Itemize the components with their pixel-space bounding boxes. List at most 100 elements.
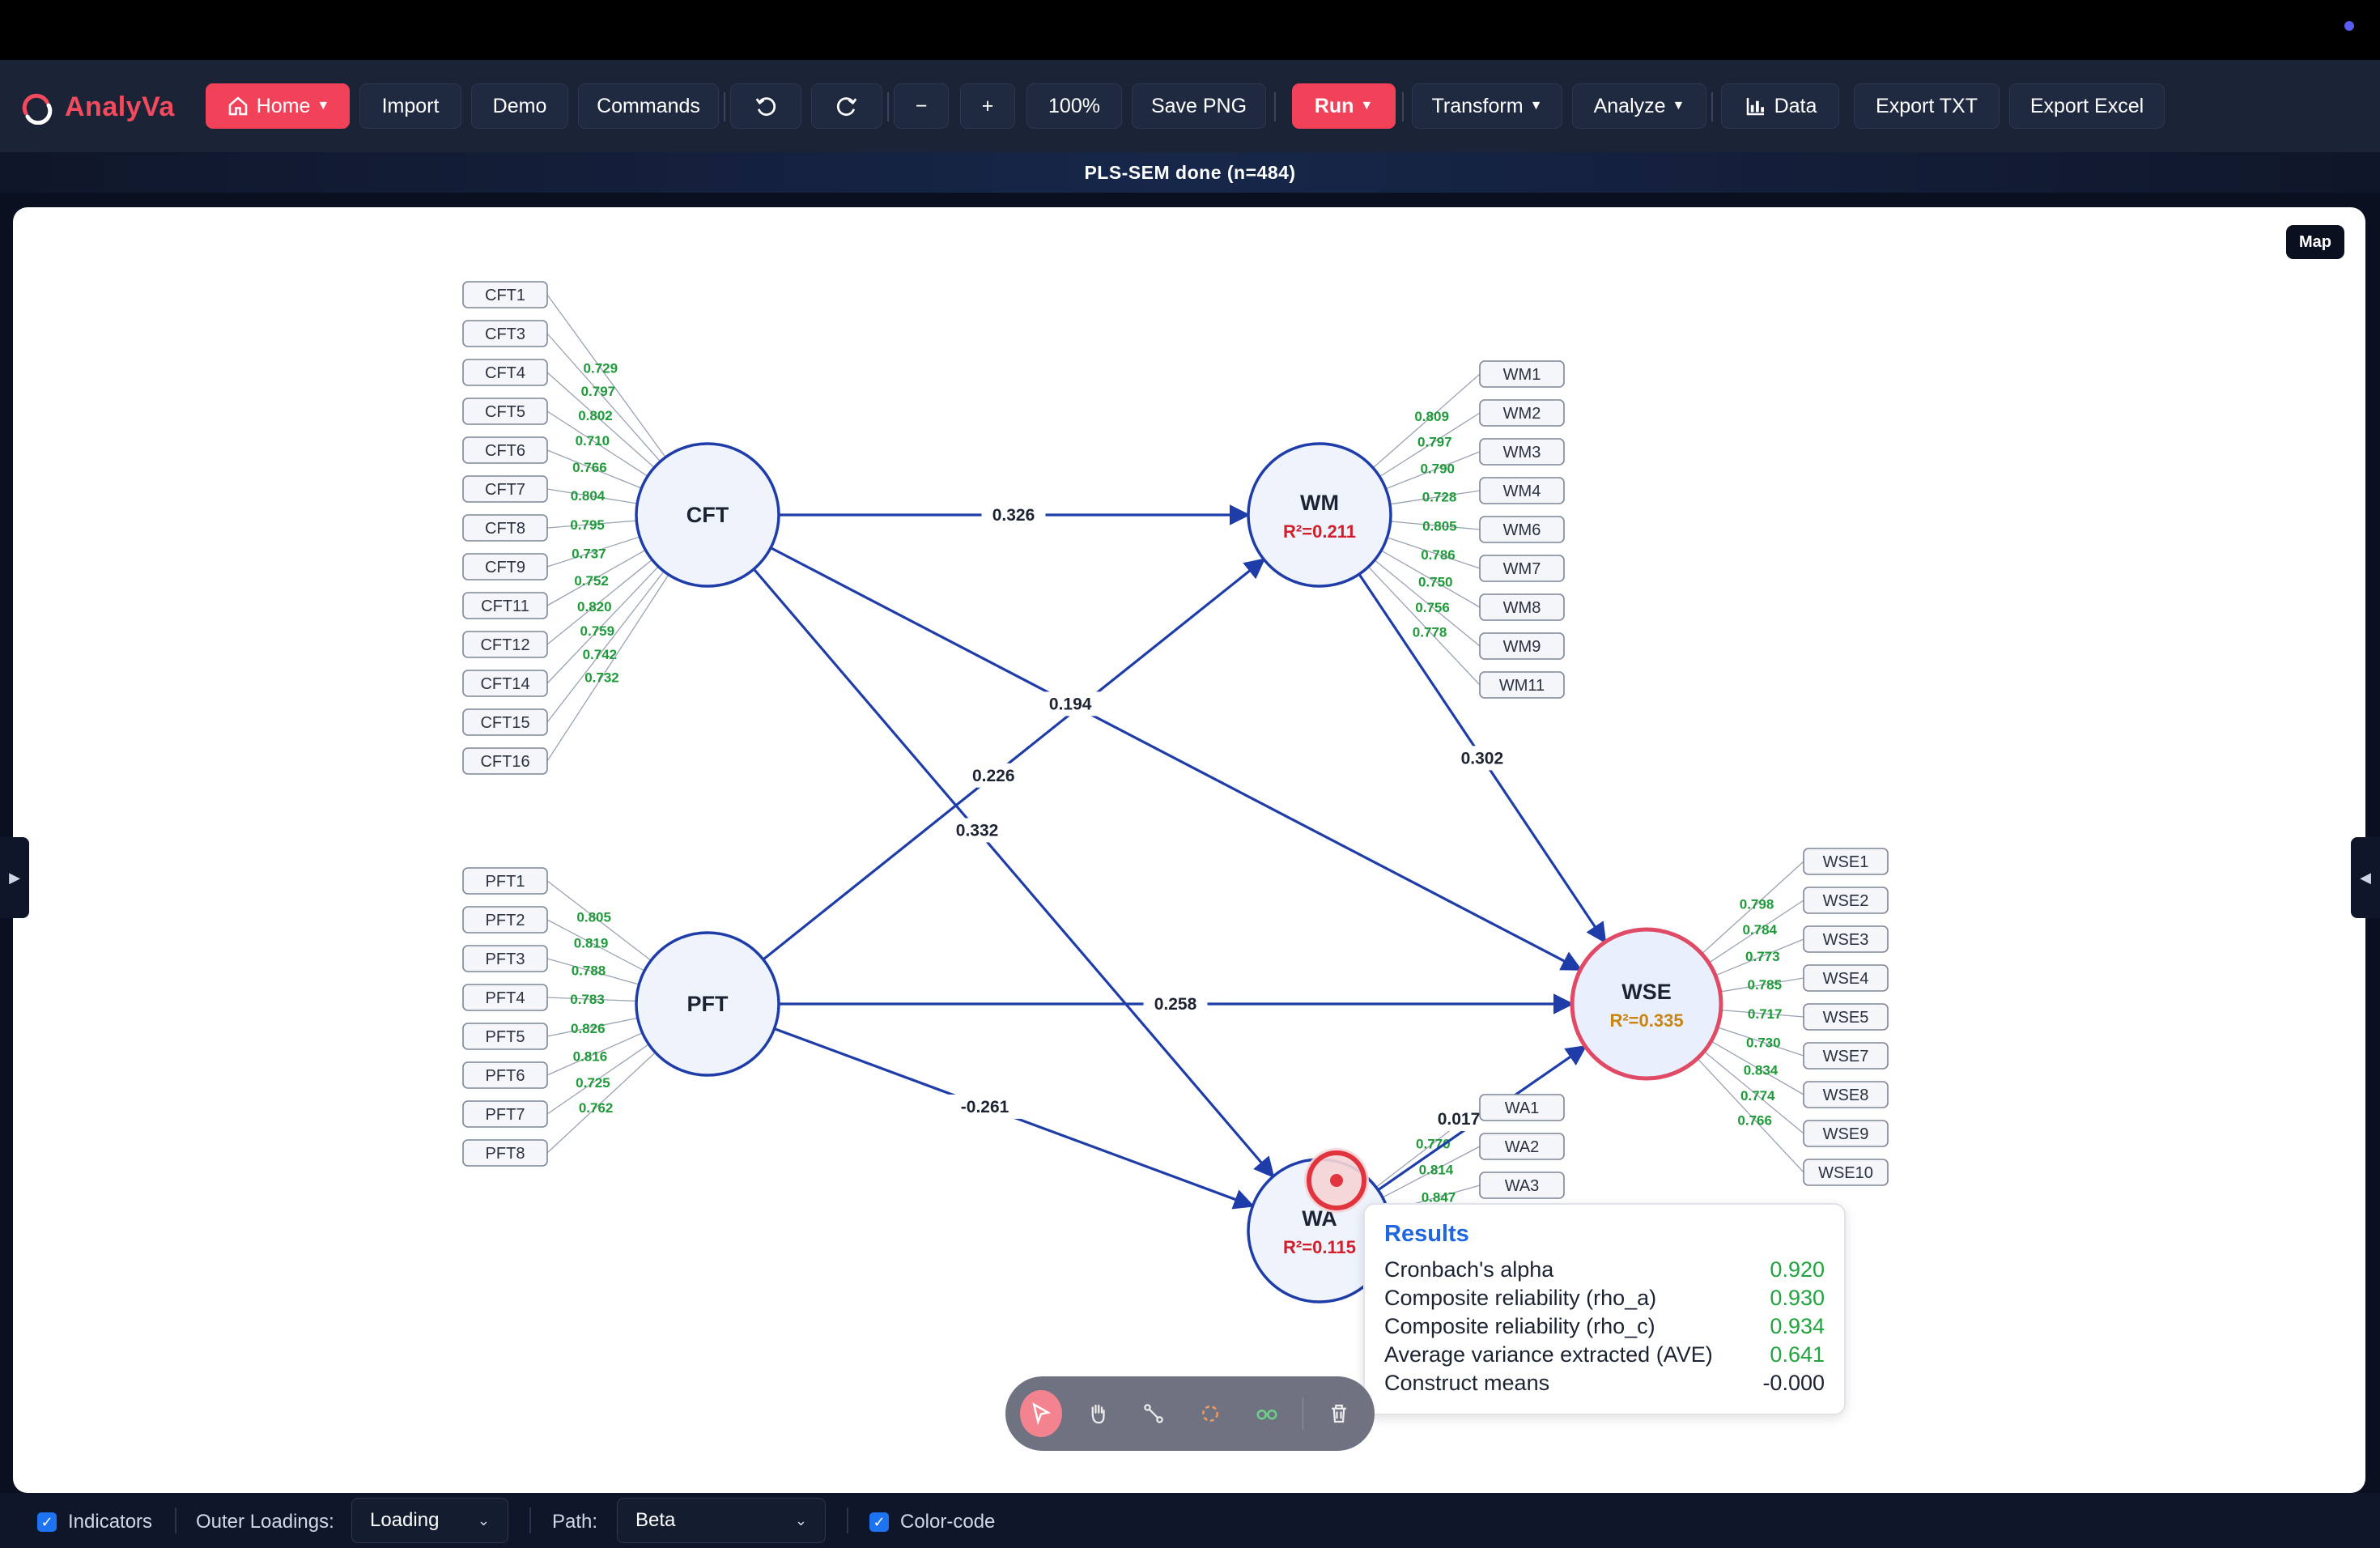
indicator-wm8[interactable]: WM8	[1479, 593, 1565, 621]
indicator-wa3[interactable]: WA3	[1479, 1172, 1565, 1199]
indicator-pft4[interactable]: PFT4	[462, 984, 548, 1011]
path-coefficient: 0.226	[961, 763, 1026, 788]
indicator-wse7[interactable]: WSE7	[1803, 1042, 1889, 1070]
indicator-cft4[interactable]: CFT4	[462, 359, 548, 386]
indicator-cft11[interactable]: CFT11	[462, 592, 548, 619]
indicator-wse3[interactable]: WSE3	[1803, 925, 1889, 953]
indicator-wse8[interactable]: WSE8	[1803, 1081, 1889, 1108]
select-tool-button[interactable]	[1020, 1390, 1062, 1437]
indicator-label: PFT1	[486, 873, 525, 891]
indicator-wm1[interactable]: WM1	[1479, 360, 1565, 388]
run-button[interactable]: Run ▼	[1292, 83, 1396, 129]
delete-tool-button[interactable]	[1318, 1390, 1360, 1437]
path-coefficient: 0.302	[1450, 746, 1515, 771]
transform-menu-button[interactable]: Transform ▼	[1412, 83, 1562, 129]
indicator-cft1[interactable]: CFT1	[462, 281, 548, 308]
path-pft-wm[interactable]	[762, 558, 1266, 961]
indicator-wm9[interactable]: WM9	[1479, 632, 1565, 660]
zoom-out-button[interactable]: −	[894, 83, 949, 129]
redo-button[interactable]	[811, 83, 882, 129]
indicator-wm3[interactable]: WM3	[1479, 438, 1565, 466]
indicator-cft9[interactable]: CFT9	[462, 553, 548, 580]
indicator-wse1[interactable]: WSE1	[1803, 848, 1889, 875]
commands-button[interactable]: Commands	[578, 83, 719, 129]
indicator-cft14[interactable]: CFT14	[462, 670, 548, 697]
indicator-label: WM1	[1503, 366, 1541, 384]
app-logo[interactable]: AnalyVa	[19, 84, 175, 130]
zoom-in-button[interactable]: +	[960, 83, 1015, 129]
outer-loadings-select[interactable]: Loading ⌄	[351, 1498, 508, 1543]
checkbox-checked-icon[interactable]: ✓	[37, 1512, 57, 1532]
indicator-wse10[interactable]: WSE10	[1803, 1159, 1889, 1186]
construct-wm[interactable]: WM R²=0.211	[1247, 442, 1392, 588]
indicator-wm2[interactable]: WM2	[1479, 399, 1565, 427]
indicator-cft12[interactable]: CFT12	[462, 631, 548, 658]
indicator-cft6[interactable]: CFT6	[462, 436, 548, 464]
indicator-cft15[interactable]: CFT15	[462, 708, 548, 736]
indicator-pft8[interactable]: PFT8	[462, 1139, 548, 1167]
path-coefficient: 0.258	[1143, 992, 1208, 1016]
loading-value: 0.809	[1414, 409, 1449, 424]
indicator-cft8[interactable]: CFT8	[462, 514, 548, 542]
indicator-wse9[interactable]: WSE9	[1803, 1120, 1889, 1147]
right-panel-toggle[interactable]: ◀	[2351, 837, 2380, 918]
indicator-wm7[interactable]: WM7	[1479, 555, 1565, 582]
undo-button[interactable]	[730, 83, 801, 129]
path-diagram[interactable]: 0.729 0.797 0.802 0.710 0.766 0.804 0.795 0.737…	[13, 207, 2365, 1493]
export-txt-button[interactable]: Export TXT	[1854, 83, 2000, 129]
hand-icon	[1091, 1404, 1105, 1424]
construct-wse[interactable]: WSE R²=0.335	[1570, 927, 1723, 1081]
indicator-wa1[interactable]: WA1	[1479, 1094, 1565, 1121]
path-coefficient: 0.194	[1038, 691, 1103, 717]
indicator-cft7[interactable]: CFT7	[462, 475, 548, 503]
tool-divider	[1302, 1397, 1304, 1430]
analyze-menu-button[interactable]: Analyze ▼	[1572, 83, 1706, 129]
model-canvas[interactable]: 0.729 0.797 0.802 0.710 0.766 0.804 0.795 0.737…	[13, 207, 2365, 1493]
construct-pft[interactable]: PFT	[635, 931, 780, 1077]
indicator-pft2[interactable]: PFT2	[462, 906, 548, 933]
save-png-button[interactable]: Save PNG	[1132, 83, 1266, 129]
indicator-label: PFT8	[486, 1145, 525, 1163]
color-code-toggle[interactable]: ✓ Color-code	[869, 1511, 995, 1533]
path-select[interactable]: Beta ⌄	[617, 1498, 826, 1543]
connect-tool-button[interactable]	[1133, 1390, 1175, 1437]
notification-dot-icon	[2344, 21, 2354, 31]
indicator-wse4[interactable]: WSE4	[1803, 964, 1889, 992]
path-cft-wa[interactable]	[752, 568, 1275, 1179]
view-tool-button[interactable]	[1246, 1390, 1288, 1437]
indicator-cft3[interactable]: CFT3	[462, 320, 548, 347]
checkbox-checked-icon[interactable]: ✓	[869, 1512, 889, 1532]
redo-icon	[836, 97, 857, 117]
indicator-pft3[interactable]: PFT3	[462, 945, 548, 972]
rotate-tool-button[interactable]	[1189, 1390, 1231, 1437]
indicator-pft1[interactable]: PFT1	[462, 867, 548, 895]
map-button[interactable]: Map	[2286, 225, 2344, 259]
indicator-wm6[interactable]: WM6	[1479, 516, 1565, 543]
toolbar-divider	[724, 92, 725, 121]
export-excel-button[interactable]: Export Excel	[2009, 83, 2165, 129]
bar-chart-icon	[1746, 98, 1764, 116]
r-squared-label: R²=0.115	[1283, 1237, 1356, 1257]
construct-cft[interactable]: CFT	[635, 442, 780, 588]
caret-down-icon: ▼	[1360, 99, 1374, 113]
indicators-toggle[interactable]: ✓ Indicators	[37, 1511, 152, 1533]
indicator-pft7[interactable]: PFT7	[462, 1100, 548, 1128]
indicator-cft16[interactable]: CFT16	[462, 747, 548, 775]
indicator-pft5[interactable]: PFT5	[462, 1023, 548, 1050]
indicator-wm4[interactable]: WM4	[1479, 477, 1565, 504]
indicator-wa2[interactable]: WA2	[1479, 1133, 1565, 1160]
indicator-label: CFT11	[481, 598, 529, 615]
zoom-level-button[interactable]: 100%	[1026, 83, 1122, 129]
data-button[interactable]: Data	[1721, 83, 1839, 129]
indicator-wm11[interactable]: WM11	[1479, 671, 1565, 699]
indicator-wse2[interactable]: WSE2	[1803, 887, 1889, 914]
home-button[interactable]: Home ▼	[206, 83, 350, 129]
pan-tool-button[interactable]	[1077, 1390, 1119, 1437]
indicator-cft5[interactable]: CFT5	[462, 398, 548, 425]
import-button[interactable]: Import	[359, 83, 461, 129]
demo-button[interactable]: Demo	[471, 83, 568, 129]
left-panel-toggle[interactable]: ▶	[0, 837, 29, 918]
loading-value: 0.834	[1744, 1062, 1779, 1078]
indicator-wse5[interactable]: WSE5	[1803, 1003, 1889, 1031]
indicator-pft6[interactable]: PFT6	[462, 1061, 548, 1089]
